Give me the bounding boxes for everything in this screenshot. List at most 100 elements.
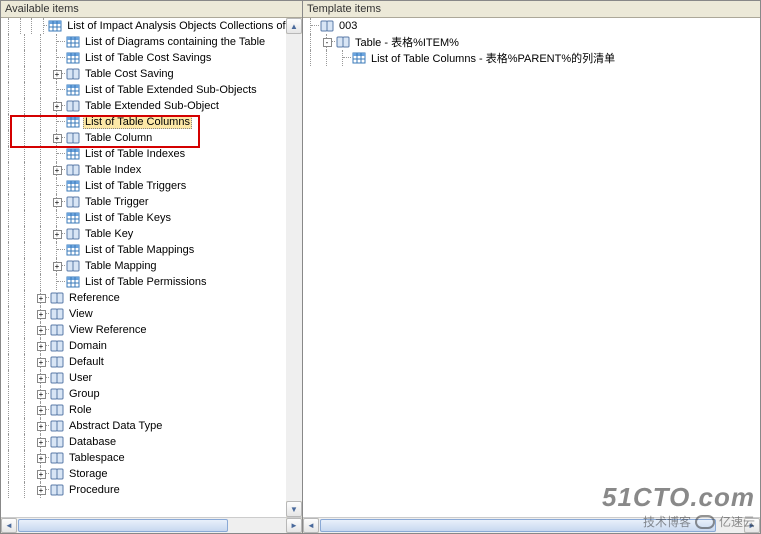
tree-item-label: Table Cost Saving [83,68,176,80]
tree-item[interactable]: List of Table Cost Savings [1,50,302,66]
template-items-panel: Template items 003 -Table - 表格%ITEM%List … [303,1,760,533]
expander-icon[interactable]: + [37,326,46,335]
book-icon [65,259,81,273]
expander-icon[interactable]: + [37,422,46,431]
template-items-tree[interactable]: 003 -Table - 表格%ITEM%List of Table Column… [303,18,760,517]
scroll-left-button[interactable]: ◄ [303,518,319,533]
expander-icon[interactable]: + [37,310,46,319]
tree-item-label: Domain [67,340,109,352]
tree-item-label: List of Table Triggers [83,180,188,192]
expander-icon[interactable]: - [323,38,332,47]
tree-item[interactable]: +Table Mapping [1,258,302,274]
grid-icon [351,51,367,65]
tree-item-label: List of Table Columns - 表格%PARENT%的列清单 [369,50,617,66]
tree-item[interactable]: +Role [1,402,302,418]
book-icon [49,435,65,449]
tree-item[interactable]: List of Table Triggers [1,178,302,194]
left-horizontal-scrollbar[interactable]: ◄ ► [1,517,302,533]
left-vertical-scrollbar[interactable]: ▲ ▼ [286,18,302,517]
scroll-left-button[interactable]: ◄ [1,518,17,533]
expander-icon[interactable]: + [53,70,62,79]
tree-item-label: View Reference [67,324,148,336]
expander-icon[interactable]: + [37,454,46,463]
expander-icon[interactable]: + [37,406,46,415]
tree-item[interactable]: +Abstract Data Type [1,418,302,434]
expander-icon[interactable]: + [37,438,46,447]
available-items-panel: Available items List of Impact Analysis … [1,1,303,533]
book-icon [49,339,65,353]
scroll-down-button[interactable]: ▼ [286,501,302,517]
tree-item[interactable]: List of Table Columns - 表格%PARENT%的列清单 [303,50,760,66]
book-icon [49,323,65,337]
tree-item[interactable]: List of Diagrams containing the Table [1,34,302,50]
scroll-up-button[interactable]: ▲ [286,18,302,34]
tree-item-label: Group [67,388,102,400]
scroll-thumb[interactable] [18,519,228,532]
book-icon [335,35,351,49]
tree-item-label: Default [67,356,106,368]
tree-item[interactable]: +Table Trigger [1,194,302,210]
expander-icon[interactable]: + [37,470,46,479]
tree-item[interactable]: + View [1,306,302,322]
expander-icon[interactable]: + [37,486,46,495]
tree-item-label: Table Key [83,228,135,240]
expander-icon[interactable]: + [37,294,46,303]
tree-item[interactable]: + Table Cost Saving [1,66,302,82]
tree-item[interactable]: +Procedure [1,482,302,498]
expander-icon[interactable]: + [53,102,62,111]
book-icon [65,131,81,145]
available-items-tree[interactable]: List of Impact Analysis Objects Collecti… [1,18,302,517]
tree-item[interactable]: +Tablespace [1,450,302,466]
tree-item[interactable]: +Table Column [1,130,302,146]
tree-item[interactable]: List of Table Extended Sub-Objects [1,82,302,98]
expander-icon[interactable]: + [53,134,62,143]
tree-item-label: 003 [337,20,359,32]
tree-item[interactable]: -Table - 表格%ITEM% [303,34,760,50]
tree-item[interactable]: + Group [1,386,302,402]
book-icon [49,467,65,481]
tree-item[interactable]: List of Table Keys [1,210,302,226]
tree-item[interactable]: 003 [303,18,760,34]
tree-item-label: List of Diagrams containing the Table [83,36,267,48]
tree-item[interactable]: +Reference [1,290,302,306]
book-icon [49,451,65,465]
book-icon [49,387,65,401]
tree-item[interactable]: List of Table Indexes [1,146,302,162]
tree-item[interactable]: +Storage [1,466,302,482]
scroll-right-button[interactable]: ► [744,518,760,533]
tree-item[interactable]: + Table Key [1,226,302,242]
tree-item[interactable]: List of Table Mappings [1,242,302,258]
tree-item[interactable]: +Table Index [1,162,302,178]
tree-item-label: View [67,308,95,320]
scroll-thumb[interactable] [320,519,716,532]
expander-icon[interactable]: + [53,230,62,239]
expander-icon[interactable]: + [53,198,62,207]
tree-item[interactable]: +Table Extended Sub-Object [1,98,302,114]
right-horizontal-scrollbar[interactable]: ◄ ► [303,517,760,533]
tree-item[interactable]: + Domain [1,338,302,354]
expander-icon[interactable]: + [53,166,62,175]
book-icon [49,355,65,369]
tree-item[interactable]: + User [1,370,302,386]
expander-icon[interactable]: + [37,374,46,383]
expander-icon[interactable]: + [37,342,46,351]
tree-item[interactable]: + View Reference [1,322,302,338]
grid-icon [65,51,81,65]
tree-item-label: User [67,372,94,384]
tree-item[interactable]: List of Table Columns [1,114,302,130]
tree-item[interactable]: List of Impact Analysis Objects Collecti… [1,18,302,34]
book-icon [49,307,65,321]
expander-icon[interactable]: + [37,390,46,399]
expander-icon[interactable]: + [53,262,62,271]
grid-icon [65,275,81,289]
tree-item[interactable]: + Default [1,354,302,370]
tree-item[interactable]: +Database [1,434,302,450]
tree-item-label: List of Table Extended Sub-Objects [83,84,259,96]
expander-icon[interactable]: + [37,358,46,367]
book-icon [65,227,81,241]
grid-icon [65,243,81,257]
tree-item-label: List of Table Columns [83,115,192,129]
scroll-right-button[interactable]: ► [286,518,302,533]
tree-item[interactable]: List of Table Permissions [1,274,302,290]
template-items-header: Template items [303,1,760,18]
